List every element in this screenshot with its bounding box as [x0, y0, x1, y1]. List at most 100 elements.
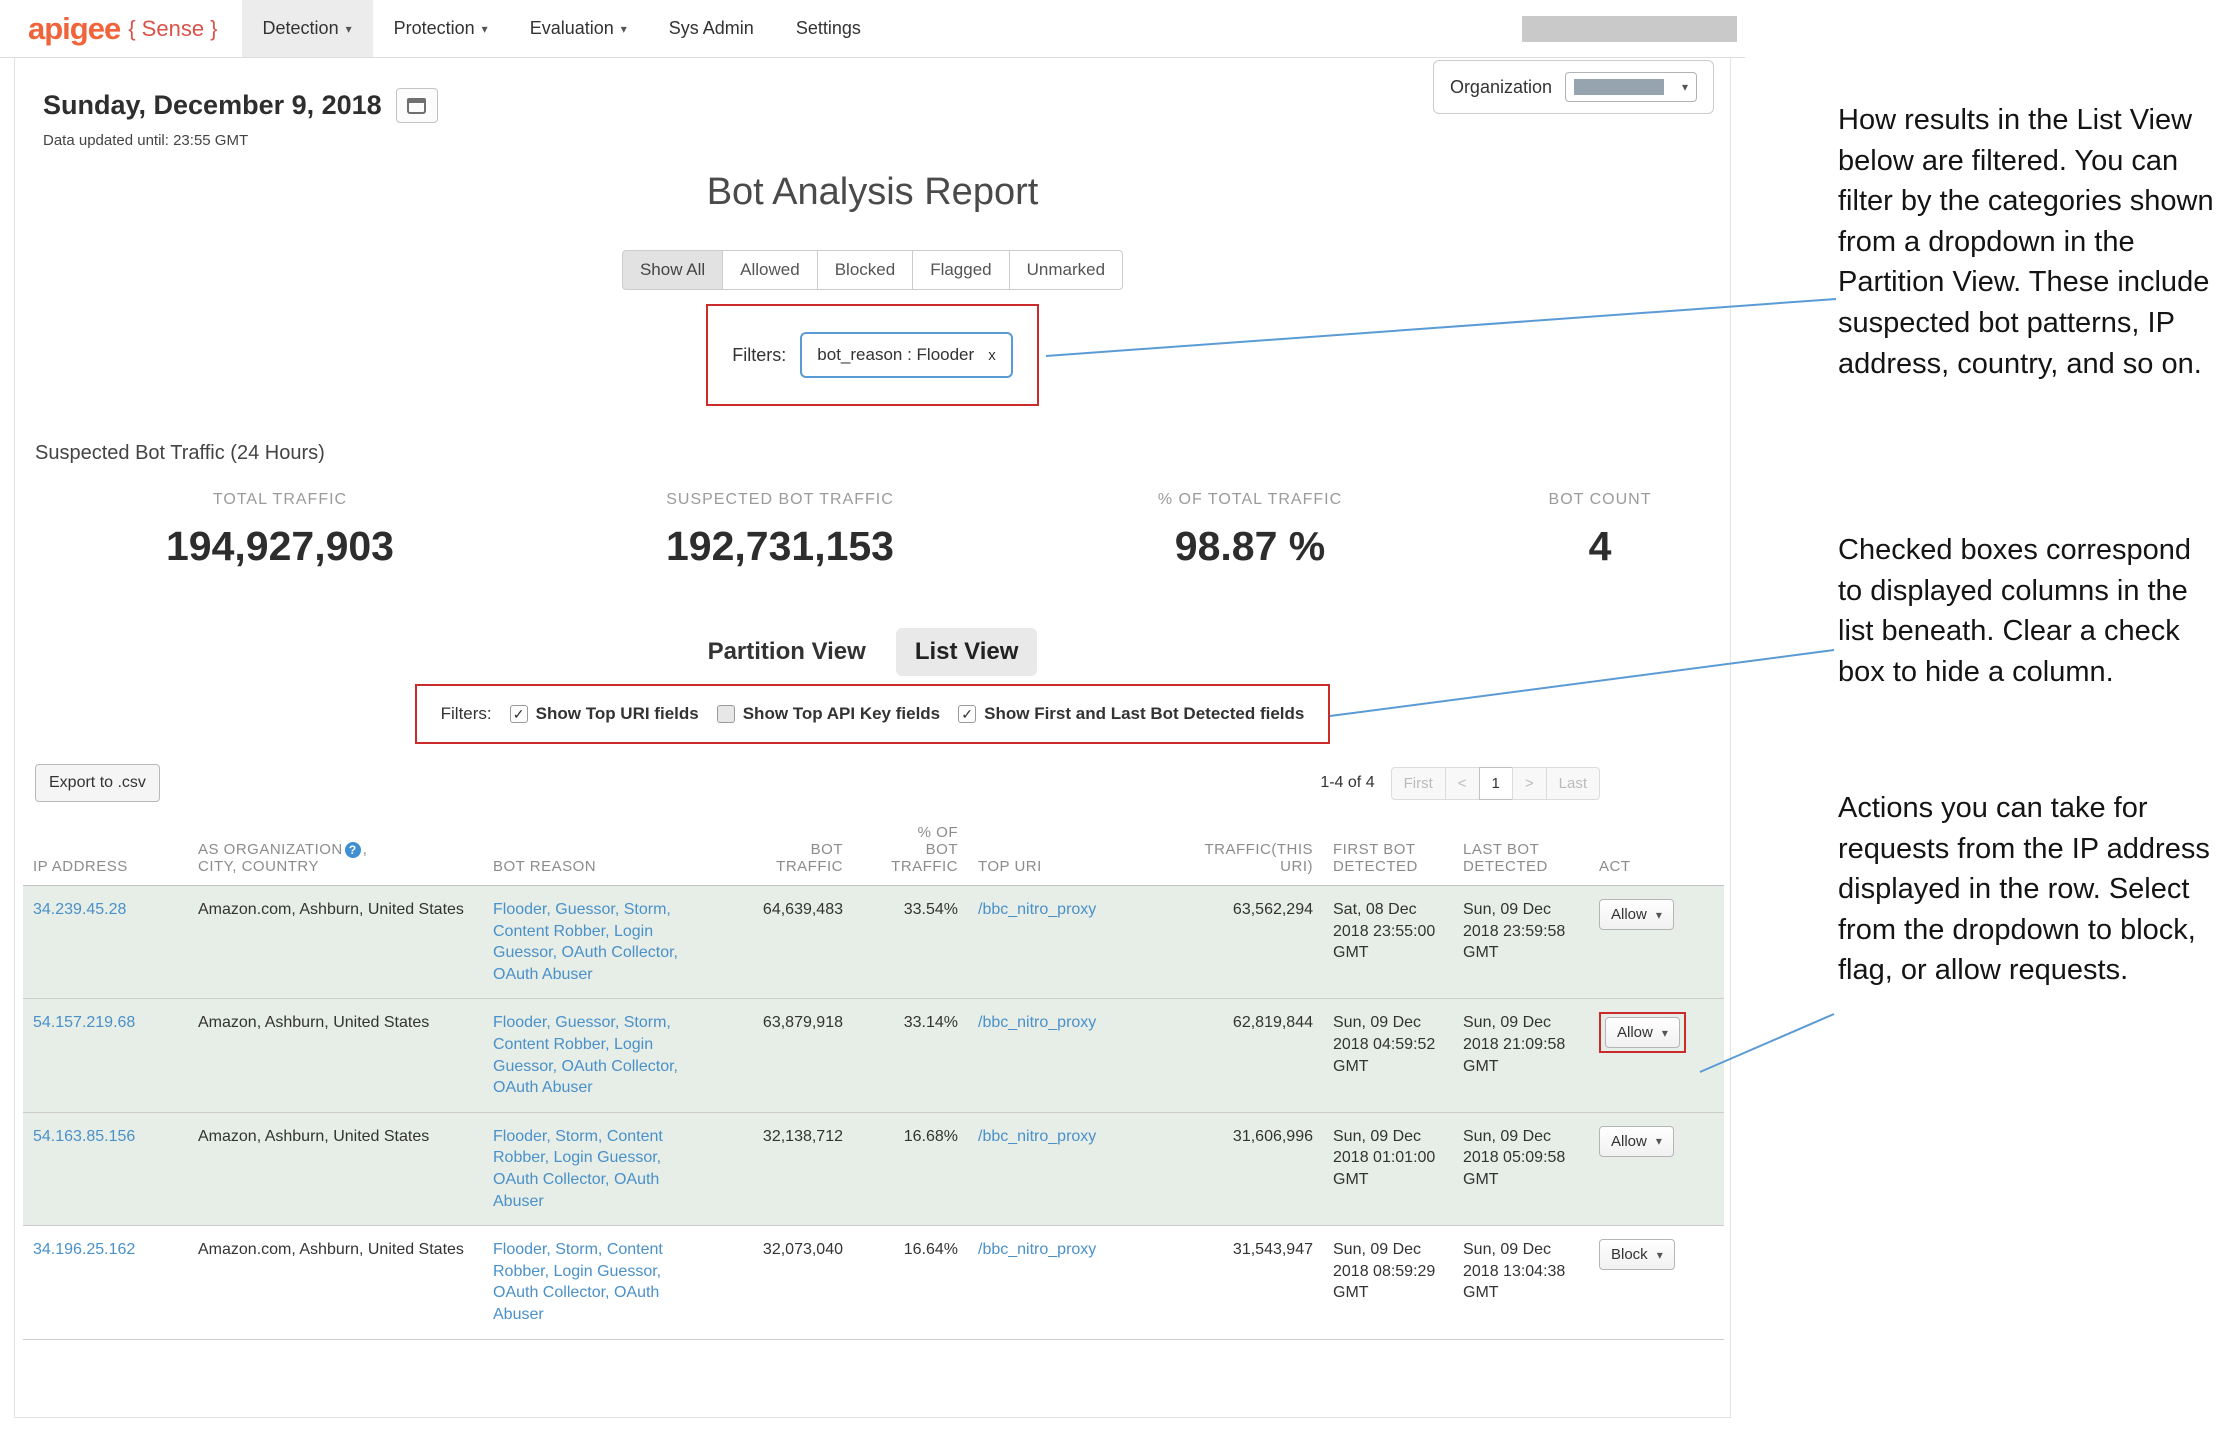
tab-list-view[interactable]: List View: [896, 628, 1038, 676]
ip-address-link[interactable]: 54.163.85.156: [33, 1128, 135, 1145]
table-row: 34.196.25.162 Amazon.com, Ashburn, Unite…: [23, 1226, 1724, 1339]
stat-pct-total-traffic: % OF TOTAL TRAFFIC 98.87 %: [1015, 491, 1485, 570]
stat-suspected-bot-traffic: SUSPECTED BOT TRAFFIC 192,731,153: [545, 491, 1015, 570]
pct-bot-traffic-cell: 33.14%: [904, 1014, 958, 1031]
tab-blocked[interactable]: Blocked: [817, 250, 913, 290]
action-label: Block: [1611, 1246, 1648, 1263]
pct-bot-traffic-cell: 16.68%: [904, 1128, 958, 1145]
checkbox-first-last-bot-detected-fields[interactable]: ✓ Show First and Last Bot Detected field…: [958, 704, 1304, 724]
bot-reason-links[interactable]: Flooder, Storm, Content Robber, Login Gu…: [493, 1241, 663, 1323]
nav-item-sys-admin[interactable]: Sys Admin: [648, 0, 775, 57]
as-organization-cell: Amazon, Ashburn, United States: [198, 1128, 429, 1145]
tab-show-all[interactable]: Show All: [622, 250, 723, 290]
col-header-last-bot-detected: LAST BOT DETECTED: [1453, 816, 1589, 886]
status-tabs: Show All Allowed Blocked Flagged Unmarke…: [15, 250, 1730, 290]
top-uri-link[interactable]: /bbc_nitro_proxy: [978, 1241, 1096, 1258]
ip-address-link[interactable]: 34.239.45.28: [33, 901, 126, 918]
pct-bot-traffic-cell: 16.64%: [904, 1241, 958, 1258]
traffic-this-uri-cell: 31,543,947: [1233, 1241, 1313, 1258]
stat-label: % OF TOTAL TRAFFIC: [1015, 491, 1485, 509]
table-toolbar: Export to .csv 1-4 of 4 First < 1 > Last: [25, 764, 1720, 802]
action-dropdown[interactable]: Allow ▾: [1605, 1017, 1680, 1048]
action-dropdown[interactable]: Allow ▾: [1599, 899, 1674, 930]
pagination-next-button[interactable]: >: [1512, 767, 1547, 800]
tab-unmarked[interactable]: Unmarked: [1009, 250, 1123, 290]
action-label: Allow: [1611, 1133, 1647, 1150]
pct-bot-traffic-cell: 33.54%: [904, 901, 958, 918]
traffic-this-uri-cell: 62,819,844: [1233, 1014, 1313, 1031]
stat-value: 192,731,153: [545, 523, 1015, 570]
nav-item-label: Sys Admin: [669, 18, 754, 39]
bot-traffic-cell: 63,879,918: [763, 1014, 843, 1031]
first-bot-detected-cell: Sun, 09 Dec 2018 04:59:52 GMT: [1333, 1014, 1435, 1074]
bot-reason-links[interactable]: Flooder, Guessor, Storm, Content Robber,…: [493, 1014, 678, 1096]
nav-item-protection[interactable]: Protection ▾: [373, 0, 509, 57]
data-updated-label: Data updated until: 23:55 GMT: [43, 132, 1714, 149]
sense-logo: { Sense }: [128, 16, 217, 42]
traffic-this-uri-cell: 31,606,996: [1233, 1128, 1313, 1145]
ip-address-link[interactable]: 34.196.25.162: [33, 1241, 135, 1258]
col-header-as-organization: AS ORGANIZATION?, CITY, COUNTRY: [188, 816, 483, 886]
pagination-page-1-button[interactable]: 1: [1479, 767, 1513, 800]
filter-chip-bot-reason[interactable]: bot_reason : Flooder x: [800, 332, 1012, 378]
nav-item-settings[interactable]: Settings: [775, 0, 882, 57]
bot-traffic-cell: 64,639,483: [763, 901, 843, 918]
organization-dropdown[interactable]: ▾: [1565, 72, 1697, 102]
top-uri-link[interactable]: /bbc_nitro_proxy: [978, 1014, 1096, 1031]
annotation-filter-note: How results in the List View below are f…: [1838, 100, 2216, 384]
checkbox-top-api-key-fields[interactable]: Show Top API Key fields: [717, 704, 940, 724]
bot-reason-links[interactable]: Flooder, Guessor, Storm, Content Robber,…: [493, 901, 678, 983]
stat-value: 4: [1485, 523, 1715, 570]
top-uri-link[interactable]: /bbc_nitro_proxy: [978, 1128, 1096, 1145]
checkbox-label: Show Top URI fields: [536, 704, 699, 724]
stat-label: TOTAL TRAFFIC: [15, 491, 545, 509]
export-csv-button[interactable]: Export to .csv: [35, 764, 160, 802]
nav-item-label: Evaluation: [530, 18, 614, 39]
action-annotation-box: Allow ▾: [1599, 1012, 1686, 1053]
action-dropdown[interactable]: Allow ▾: [1599, 1126, 1674, 1157]
bot-traffic-cell: 32,138,712: [763, 1128, 843, 1145]
bot-reason-links[interactable]: Flooder, Storm, Content Robber, Login Gu…: [493, 1128, 663, 1210]
action-label: Allow: [1617, 1024, 1653, 1041]
action-dropdown[interactable]: Block ▾: [1599, 1239, 1675, 1270]
ip-address-link[interactable]: 54.157.219.68: [33, 1014, 135, 1031]
calendar-button[interactable]: [396, 88, 438, 123]
top-uri-link[interactable]: /bbc_nitro_proxy: [978, 901, 1096, 918]
column-filters-annotation-box: Filters: ✓ Show Top URI fields Show Top …: [415, 684, 1331, 744]
stat-value: 98.87 %: [1015, 523, 1485, 570]
as-organization-cell: Amazon.com, Ashburn, United States: [198, 1241, 464, 1258]
stat-bot-count: BOT COUNT 4: [1485, 491, 1715, 570]
traffic-this-uri-cell: 63,562,294: [1233, 901, 1313, 918]
pagination-last-button[interactable]: Last: [1546, 767, 1600, 800]
page-header: Sunday, December 9, 2018 Data updated un…: [15, 58, 1730, 149]
stats-row: TOTAL TRAFFIC 194,927,903 SUSPECTED BOT …: [15, 491, 1730, 570]
pagination-prev-button[interactable]: <: [1445, 767, 1480, 800]
col-header-ip: IP ADDRESS: [23, 816, 188, 886]
pagination-first-button[interactable]: First: [1391, 767, 1446, 800]
screenshot-canvas: apigee { Sense } Detection ▾ Protection …: [0, 0, 2216, 1433]
tab-allowed[interactable]: Allowed: [722, 250, 818, 290]
col-header-top-uri: TOP URI: [968, 816, 1158, 886]
organization-box: Organization ▾: [1433, 60, 1714, 114]
table-header-row: IP ADDRESS AS ORGANIZATION?, CITY, COUNT…: [23, 816, 1724, 886]
checkbox-checked-icon[interactable]: ✓: [510, 705, 528, 723]
tab-partition-view[interactable]: Partition View: [708, 638, 866, 666]
chevron-down-icon: ▾: [1657, 1248, 1663, 1262]
col-header-traffic-this-uri: TRAFFIC(THIS URI): [1158, 816, 1323, 886]
chevron-down-icon: ▾: [482, 22, 488, 36]
checkbox-label: Show First and Last Bot Detected fields: [984, 704, 1304, 724]
last-bot-detected-cell: Sun, 09 Dec 2018 23:59:58 GMT: [1463, 901, 1565, 961]
tab-flagged[interactable]: Flagged: [912, 250, 1009, 290]
nav-item-evaluation[interactable]: Evaluation ▾: [509, 0, 648, 57]
checkbox-unchecked-icon[interactable]: [717, 705, 735, 723]
checkbox-top-uri-fields[interactable]: ✓ Show Top URI fields: [510, 704, 699, 724]
nav-item-detection[interactable]: Detection ▾: [242, 0, 373, 57]
first-bot-detected-cell: Sun, 09 Dec 2018 08:59:29 GMT: [1333, 1241, 1435, 1301]
help-icon[interactable]: ?: [345, 842, 361, 858]
redacted-account-info: [1522, 16, 1737, 42]
stats-section-label: Suspected Bot Traffic (24 Hours): [35, 442, 1730, 465]
annotation-checkbox-note: Checked boxes correspond to displayed co…: [1838, 530, 2216, 692]
view-toggle: Partition View List View: [15, 628, 1730, 676]
remove-filter-icon[interactable]: x: [988, 347, 996, 364]
checkbox-checked-icon[interactable]: ✓: [958, 705, 976, 723]
